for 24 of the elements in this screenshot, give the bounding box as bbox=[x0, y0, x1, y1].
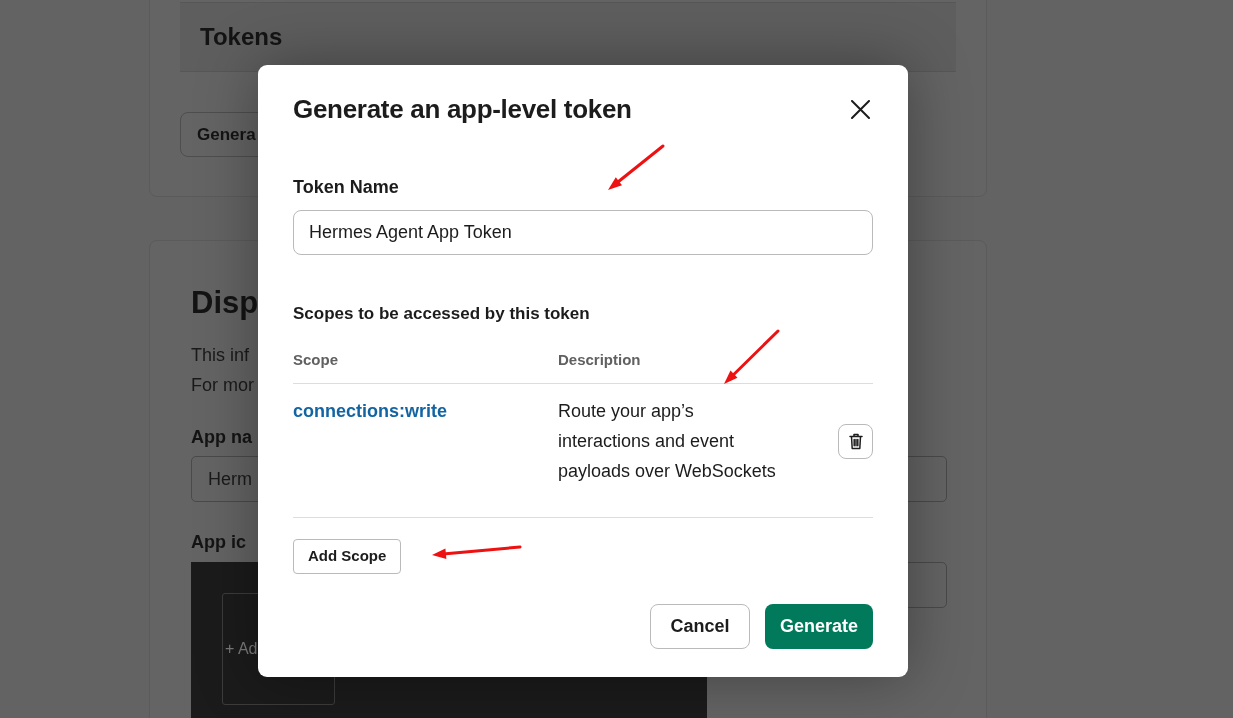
cancel-button[interactable]: Cancel bbox=[650, 604, 750, 649]
scope-description: Route your app’s interactions and event payloads over WebSockets bbox=[558, 400, 777, 483]
description-text: For mor bbox=[191, 374, 254, 397]
add-scope-button[interactable]: Add Scope bbox=[293, 539, 402, 574]
input-value: Herm bbox=[208, 467, 252, 491]
delete-button[interactable] bbox=[838, 423, 873, 459]
scope-link[interactable]: connections:write bbox=[293, 396, 448, 426]
column-header: Description bbox=[558, 350, 641, 370]
description-text: This inf bbox=[191, 344, 250, 367]
close-button[interactable] bbox=[850, 99, 870, 119]
trash-icon bbox=[848, 432, 863, 450]
field-label: Token Name bbox=[293, 176, 399, 199]
section-title: Disp bbox=[191, 284, 259, 322]
generate-button[interactable]: Generate bbox=[765, 604, 873, 649]
column-header: Scope bbox=[293, 350, 338, 370]
annotation-arrow bbox=[721, 328, 781, 387]
annotation-arrow bbox=[605, 143, 666, 193]
upload-label: + Ad bbox=[225, 639, 258, 659]
token-name-field[interactable]: Hermes Agent App Token bbox=[293, 210, 873, 255]
section-heading: Scopes to be accessed by this token bbox=[293, 303, 590, 325]
field-label: App na bbox=[191, 426, 252, 449]
close-icon bbox=[850, 99, 870, 119]
section-title: Tokens bbox=[200, 22, 283, 52]
field-label: App ic bbox=[191, 531, 246, 554]
